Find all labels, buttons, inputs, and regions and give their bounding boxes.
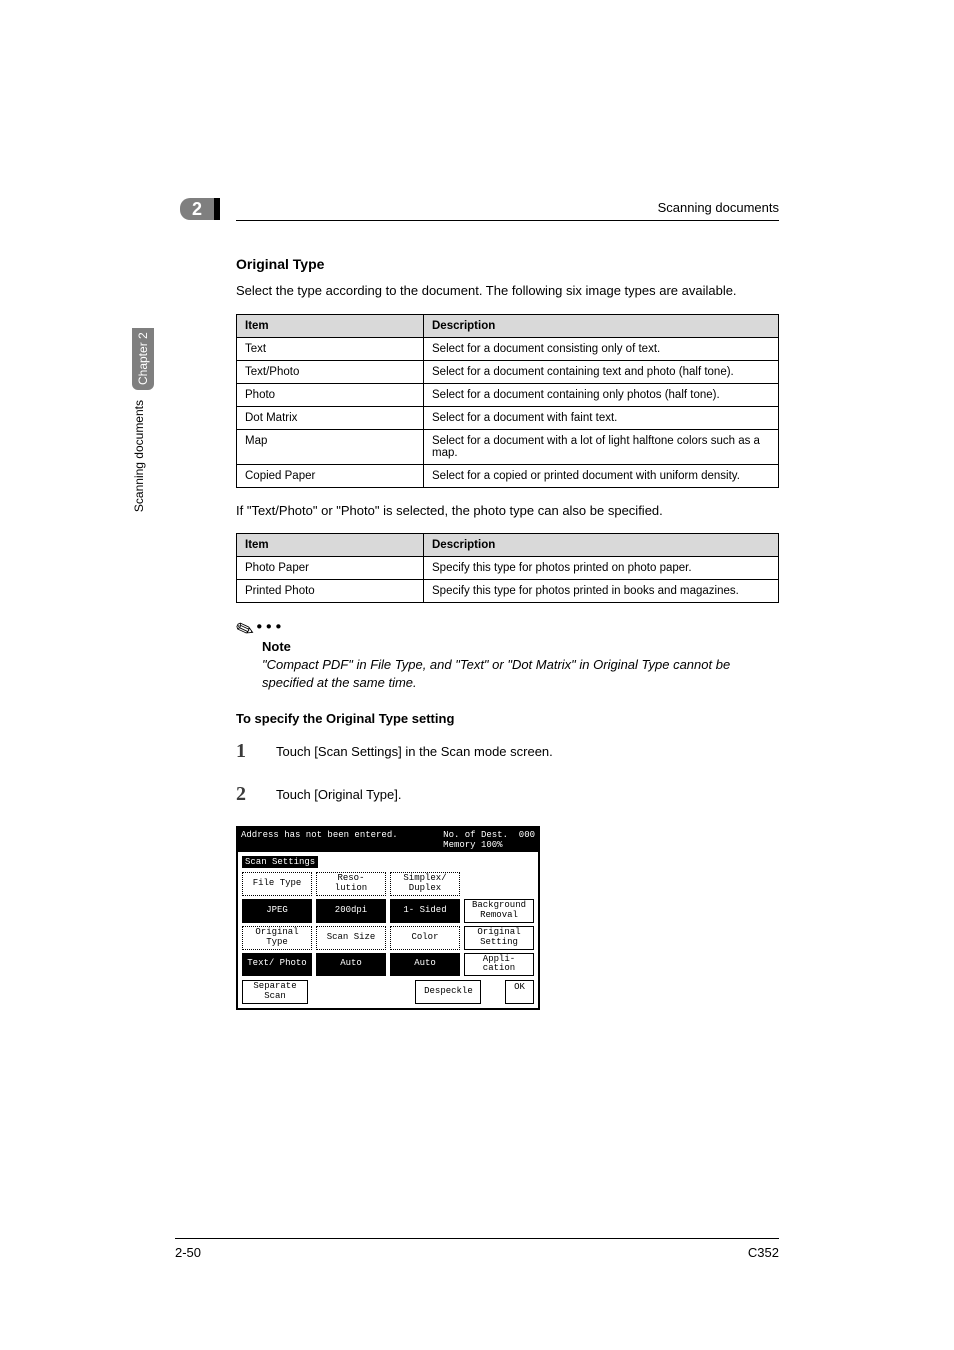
table-row: Copied PaperSelect for a copied or print… [237,464,779,487]
table-cell: Specify this type for photos printed on … [424,557,779,580]
lcd-screenshot: Address has not been entered. No. of Des… [236,826,540,1010]
lcd-value: JPEG [242,899,312,923]
table-header: Item [237,314,424,337]
mid-paragraph: If "Text/Photo" or "Photo" is selected, … [236,502,779,520]
lcd-button: Original Type [242,926,312,950]
lcd-button: Scan Size [316,926,386,950]
intro-paragraph: Select the type according to the documen… [236,282,779,300]
table-cell: Select for a document containing only ph… [424,383,779,406]
step-2: 2 Touch [Original Type]. [236,783,779,806]
lcd-panel-title: Scan Settings [242,856,318,868]
lcd-value: Text/ Photo [242,953,312,977]
table-cell: Photo [237,383,424,406]
table-cell: Dot Matrix [237,406,424,429]
lcd-button: Background Removal [464,899,534,923]
table-header: Item [237,534,424,557]
side-section-label: Scanning documents [132,400,154,512]
model-number: C352 [748,1245,779,1260]
header-rule [236,220,779,221]
table-cell: Select for a document with faint text. [424,406,779,429]
lcd-button: File Type [242,872,312,896]
step-number: 1 [236,740,276,763]
lcd-button: Original Setting [464,926,534,950]
table-cell: Select for a document with a lot of ligh… [424,429,779,464]
table-cell: Select for a copied or printed document … [424,464,779,487]
table-cell: Select for a document consisting only of… [424,337,779,360]
side-chapter-tab: Chapter 2 [132,328,154,390]
lcd-button: Color [390,926,460,950]
lcd-button: Appli- cation [464,953,534,977]
running-head: Scanning documents [658,200,779,215]
chapter-marker: 2 [180,198,214,220]
table-cell: Copied Paper [237,464,424,487]
lcd-memory: Memory 100% [443,840,502,850]
section-title: Original Type [236,256,779,272]
pen-icon: ✎ [232,615,258,646]
table-header: Description [424,314,779,337]
page-footer: 2-50 C352 [175,1238,779,1260]
note-body: "Compact PDF" in File Type, and "Text" o… [262,656,779,691]
lcd-value: Auto [390,953,460,977]
step-text: Touch [Original Type]. [276,783,402,802]
table-row: MapSelect for a document with a lot of l… [237,429,779,464]
lcd-dest-label: No. of Dest. [443,830,508,840]
lcd-value: 200dpi [316,899,386,923]
table-header: Description [424,534,779,557]
table-cell: Select for a document containing text an… [424,360,779,383]
note-label: Note [262,639,779,654]
table-cell: Photo Paper [237,557,424,580]
table-cell: Specify this type for photos printed in … [424,580,779,603]
lcd-value: 1- Sided [390,899,460,923]
step-text: Touch [Scan Settings] in the Scan mode s… [276,740,553,759]
lcd-button: Reso- lution [316,872,386,896]
note-block: ✎••• Note "Compact PDF" in File Type, an… [236,617,779,691]
lcd-ok-button: OK [505,980,534,1004]
table-row: TextSelect for a document consisting onl… [237,337,779,360]
lcd-dest-value: 000 [519,830,535,840]
lcd-button: Separate Scan [242,980,308,1004]
table-row: Dot MatrixSelect for a document with fai… [237,406,779,429]
dots-icon: ••• [256,619,285,636]
page-number: 2-50 [175,1245,201,1260]
table-cell: Text [237,337,424,360]
table-row: Text/PhotoSelect for a document containi… [237,360,779,383]
table-cell: Map [237,429,424,464]
lcd-status: Address has not been entered. [241,830,398,850]
step-1: 1 Touch [Scan Settings] in the Scan mode… [236,740,779,763]
procedure-title: To specify the Original Type setting [236,711,779,726]
table-row: Photo PaperSpecify this type for photos … [237,557,779,580]
table-row: PhotoSelect for a document containing on… [237,383,779,406]
lcd-button: Despeckle [415,980,481,1004]
table-row: Printed PhotoSpecify this type for photo… [237,580,779,603]
table-cell: Printed Photo [237,580,424,603]
lcd-button: Simplex/ Duplex [390,872,460,896]
table-cell: Text/Photo [237,360,424,383]
lcd-value: Auto [316,953,386,977]
photo-type-table: Item Description Photo PaperSpecify this… [236,533,779,603]
step-number: 2 [236,783,276,806]
original-type-table: Item Description TextSelect for a docume… [236,314,779,488]
